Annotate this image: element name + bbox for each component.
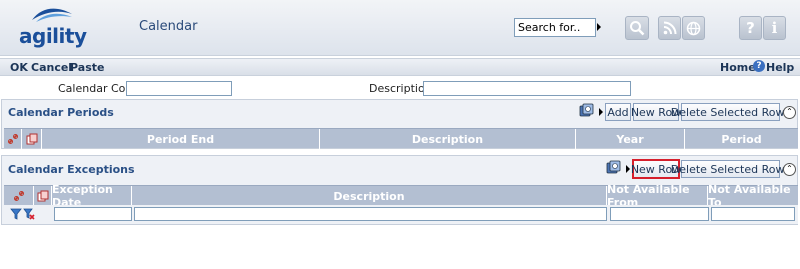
info-button[interactable]: i — [763, 16, 786, 40]
periods-copy-column[interactable] — [22, 129, 42, 149]
column-header[interactable]: Period End — [42, 129, 320, 149]
exceptions-grid-header: Exception Date Description Not Available… — [4, 183, 798, 209]
collapse-exceptions-icon[interactable]: ⌃ — [783, 163, 796, 176]
search-options-arrow-icon[interactable] — [597, 23, 601, 31]
export-menu-arrow-icon[interactable] — [626, 165, 630, 173]
globe-icon — [686, 21, 701, 35]
periods-grid-header: Period End Description Year Period — [4, 128, 798, 149]
clear-filter-icon[interactable] — [23, 208, 35, 220]
globe-button[interactable] — [682, 16, 705, 40]
home-link[interactable]: Home — [720, 61, 756, 74]
periods-link-column[interactable] — [4, 129, 22, 149]
calendar-periods-panel: Calendar Periods Add New Row Delete Sele… — [1, 99, 798, 149]
link-icon — [13, 191, 24, 201]
column-header[interactable]: Exception Date — [52, 183, 132, 209]
column-header[interactable]: Description — [132, 186, 607, 206]
delete-selected-periods-button[interactable]: Delete Selected Rows — [671, 103, 790, 121]
ok-button[interactable]: OK — [10, 61, 28, 74]
export-menu-arrow-icon[interactable] — [599, 108, 603, 116]
exceptions-copy-column[interactable] — [34, 186, 52, 206]
exceptions-filter-row — [4, 205, 798, 224]
page-title: Calendar — [139, 19, 198, 34]
not-available-from-filter-input[interactable] — [610, 207, 709, 221]
rss-icon — [663, 21, 676, 35]
cancel-button[interactable]: Cancel — [31, 61, 72, 74]
column-header[interactable]: Not Available To — [708, 183, 798, 209]
question-icon: ? — [746, 19, 755, 37]
search-icon — [630, 21, 645, 36]
column-header[interactable]: Period — [685, 129, 798, 149]
rss-button[interactable] — [658, 16, 681, 40]
help-question-button[interactable]: ? — [739, 16, 762, 40]
info-icon: i — [771, 19, 778, 37]
link-icon — [7, 134, 18, 144]
export-icon[interactable] — [606, 160, 624, 176]
column-header[interactable]: Description — [320, 129, 576, 149]
action-toolbar: OK Cancel Paste Home ? Help — [0, 58, 800, 76]
delete-selected-exceptions-button[interactable]: Delete Selected Rows — [671, 160, 790, 178]
calendar-code-input[interactable] — [126, 81, 232, 96]
not-available-to-filter-input[interactable] — [711, 207, 795, 221]
calendar-exceptions-title: Calendar Exceptions — [8, 163, 135, 176]
collapse-periods-icon[interactable]: ⌃ — [783, 106, 796, 119]
add-period-button[interactable]: Add — [605, 103, 631, 121]
agility-logo[interactable]: agility — [14, 4, 94, 50]
export-icon[interactable] — [579, 103, 597, 119]
app-header: agility Calendar ? i — [0, 0, 800, 56]
column-header[interactable]: Not Available From — [607, 183, 708, 209]
column-header[interactable]: Year — [576, 129, 685, 149]
description-input[interactable] — [423, 81, 631, 96]
exception-date-filter-input[interactable] — [54, 207, 132, 221]
search-input[interactable] — [514, 18, 596, 37]
help-link[interactable]: Help — [766, 61, 794, 74]
copy-icon — [26, 133, 37, 145]
calendar-periods-title: Calendar Periods — [8, 106, 114, 119]
description-filter-input[interactable] — [134, 207, 607, 221]
copy-icon — [37, 190, 48, 202]
help-icon[interactable]: ? — [753, 60, 765, 72]
logo-swoosh-icon — [32, 8, 72, 22]
logo-text: agility — [19, 24, 87, 48]
filter-icon[interactable] — [10, 208, 22, 220]
search-button[interactable] — [625, 16, 649, 40]
exceptions-link-column[interactable] — [4, 186, 34, 206]
calendar-exceptions-panel: Calendar Exceptions New Row Delete Selec… — [1, 155, 798, 225]
paste-button[interactable]: Paste — [70, 61, 104, 74]
